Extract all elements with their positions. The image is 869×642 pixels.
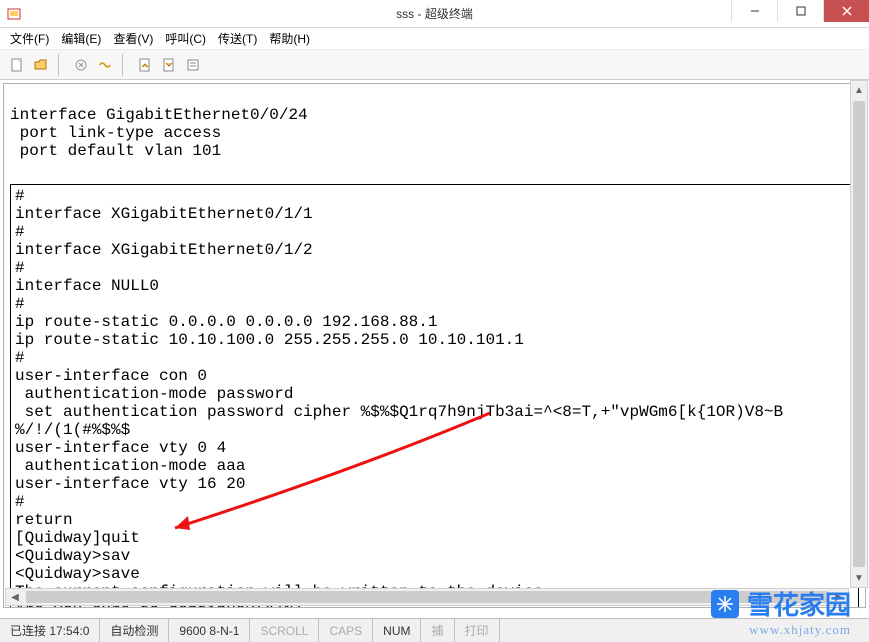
terminal-top-block: interface GigabitEthernet0/0/24 port lin… (10, 106, 859, 160)
receive-icon[interactable] (158, 54, 180, 76)
status-scroll: SCROLL (250, 619, 319, 642)
status-caps: CAPS (319, 619, 373, 642)
disconnect-icon[interactable] (94, 54, 116, 76)
app-icon (0, 6, 28, 22)
close-button[interactable] (823, 0, 869, 22)
toolbar-separator (58, 54, 64, 76)
status-print: 打印 (455, 619, 500, 642)
title-bar: sss - 超级终端 (0, 0, 869, 28)
menu-help[interactable]: 帮助(H) (265, 28, 314, 49)
menu-edit[interactable]: 编辑(E) (57, 28, 105, 49)
scroll-left-icon[interactable]: ◀ (6, 589, 24, 605)
scroll-right-icon[interactable]: ▶ (830, 589, 848, 605)
maximize-button[interactable] (777, 0, 823, 22)
status-bar: 已连接 17:54:0 自动检测 9600 8-N-1 SCROLL CAPS … (0, 618, 869, 642)
send-icon[interactable] (134, 54, 156, 76)
toolbar-separator (122, 54, 128, 76)
scroll-thumb[interactable] (26, 591, 828, 603)
status-detect: 自动检测 (100, 619, 169, 642)
properties-icon[interactable] (182, 54, 204, 76)
horizontal-scrollbar[interactable]: ◀ ▶ (5, 588, 849, 606)
status-connection: 已连接 17:54:0 (0, 619, 100, 642)
connect-icon[interactable] (70, 54, 92, 76)
new-doc-icon[interactable] (6, 54, 28, 76)
status-baud: 9600 8-N-1 (169, 619, 250, 642)
toolbar (0, 50, 869, 80)
terminal-content[interactable]: interface GigabitEthernet0/0/24 port lin… (3, 83, 866, 608)
terminal-box: # interface XGigabitEthernet0/1/1 # inte… (10, 184, 859, 608)
window-controls (731, 0, 869, 22)
window-title: sss - 超级终端 (396, 5, 473, 22)
status-capture: 捕 (421, 619, 454, 642)
vertical-scrollbar[interactable]: ▲ ▼ (850, 80, 868, 588)
terminal-box-text: # interface XGigabitEthernet0/1/1 # inte… (15, 187, 783, 608)
scroll-down-icon[interactable]: ▼ (851, 569, 867, 587)
menu-transfer[interactable]: 传送(T) (214, 28, 261, 49)
scroll-up-icon[interactable]: ▲ (851, 81, 867, 99)
scroll-thumb[interactable] (853, 101, 865, 567)
menu-view[interactable]: 查看(V) (109, 28, 157, 49)
menu-call[interactable]: 呼叫(C) (161, 28, 210, 49)
status-num: NUM (373, 619, 421, 642)
menu-bar: 文件(F) 编辑(E) 查看(V) 呼叫(C) 传送(T) 帮助(H) (0, 28, 869, 50)
menu-file[interactable]: 文件(F) (6, 28, 53, 49)
minimize-button[interactable] (731, 0, 777, 22)
open-icon[interactable] (30, 54, 52, 76)
